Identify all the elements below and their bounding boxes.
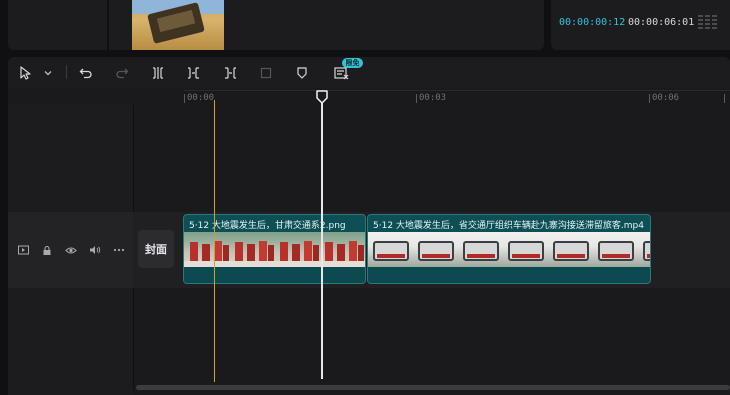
delete-box-icon[interactable]: [256, 63, 276, 83]
timeline-clip[interactable]: 5·12 大地震发生后，省交通厅组织车辆赴九寨沟接送滞留旅客.mp4: [367, 214, 651, 284]
free-badge: 限免: [342, 58, 363, 68]
clip-thumbnails: [184, 232, 365, 268]
horizontal-scrollbar[interactable]: [136, 385, 730, 390]
ruler-tick: [184, 94, 185, 103]
cover-button[interactable]: 封面: [138, 230, 174, 268]
clip-label: 5·12 大地震发生后，省交通厅组织车辆赴九寨沟接送滞留旅客.mp4: [373, 221, 644, 231]
current-time: 00:00:00:12: [559, 17, 626, 28]
playhead[interactable]: [321, 98, 323, 379]
split-icon[interactable]: [148, 63, 168, 83]
toolbar-separator: [66, 65, 67, 79]
trim-right-icon[interactable]: [220, 63, 240, 83]
ruler-label: 00:06: [652, 93, 680, 103]
more-icon[interactable]: [113, 244, 125, 256]
undo-icon[interactable]: [76, 63, 96, 83]
cursor-icon[interactable]: [15, 63, 35, 83]
clip-audio-strip: [184, 267, 365, 283]
playhead-handle-icon[interactable]: [315, 89, 329, 104]
media-panel: [8, 0, 544, 50]
ruler-label: 00:03: [419, 93, 447, 103]
screen-icon[interactable]: [17, 244, 29, 256]
ruler-tick: [649, 94, 650, 103]
marker-icon[interactable]: [292, 63, 312, 83]
ruler-label: 00:00: [187, 93, 215, 103]
ruler-tick: [416, 94, 417, 103]
ruler: [184, 90, 730, 91]
clip-audio-strip: [368, 267, 650, 283]
ruler-tick: [724, 94, 725, 103]
total-time: 00:00:06:01: [628, 17, 695, 28]
speaker-icon[interactable]: [89, 244, 101, 256]
eye-icon[interactable]: [65, 244, 77, 256]
list-grid-icon[interactable]: [698, 14, 718, 30]
chevron-down-icon[interactable]: [38, 63, 58, 83]
media-thumbnail[interactable]: [132, 0, 224, 50]
media-divider: [107, 0, 109, 50]
timeline-clip[interactable]: 5·12 大地震发生后，甘肃交通系2.png: [183, 214, 366, 284]
marker-line: [214, 100, 215, 382]
lock-icon[interactable]: [41, 244, 53, 256]
redo-icon[interactable]: [112, 63, 132, 83]
trim-left-icon[interactable]: [184, 63, 204, 83]
clip-thumbnails: [368, 232, 650, 268]
